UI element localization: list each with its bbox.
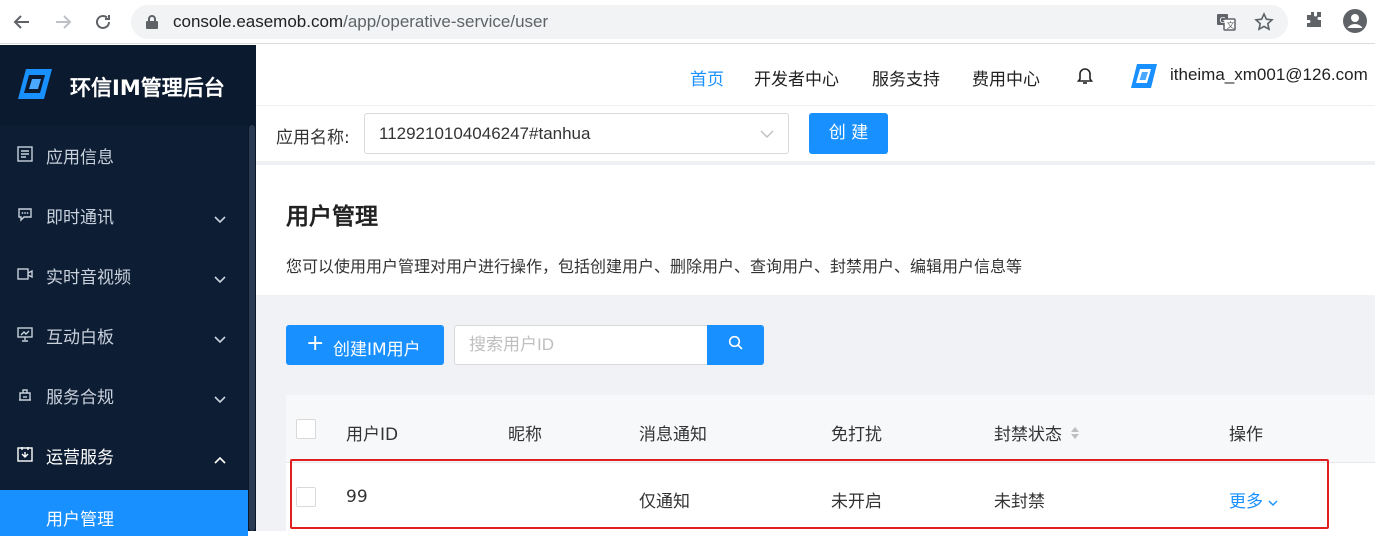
page-description: 您可以使用用户管理对用户进行操作，包括创建用户、删除用户、查询用户、封禁用户、编… [286,257,1023,276]
column-header-dnd: 免打扰 [831,425,882,445]
chevron-down-icon [214,209,226,228]
app-select-value: 1129210104046247#tanhua [379,124,591,143]
cell-dnd: 未开启 [831,492,882,512]
sidebar-subitem-user-management[interactable]: 用户管理 [0,490,248,536]
search-user-id-input[interactable] [454,325,708,365]
sidebar-item-operations[interactable]: 运营服务 [0,425,248,485]
url-text: console.easemob.com/app/operative-servic… [173,12,549,31]
extensions-puzzle-icon[interactable] [1303,9,1325,35]
sidebar-subitem-label: 用户管理 [46,510,114,530]
user-avatar-icon[interactable] [1129,63,1159,93]
sidebar-item-label: 互动白板 [46,328,114,348]
user-table: 用户ID 昵称 消息通知 免打扰 封禁状态 操作 99 仅通知 未开启 未封禁 … [286,395,1375,531]
svg-text:文: 文 [1227,20,1235,30]
search-icon [728,335,744,355]
forward-arrow-icon[interactable] [50,9,76,35]
column-header-ban-status[interactable]: 封禁状态 [994,420,1080,446]
chat-icon [17,206,33,226]
svg-text:G: G [1220,16,1226,25]
sidebar-item-compliance[interactable]: 服务合规 [0,365,248,425]
sidebar-item-label: 应用信息 [46,148,114,168]
chevron-up-icon [214,449,226,468]
sidebar-item-im[interactable]: 即时通讯 [0,185,248,245]
address-bar[interactable]: console.easemob.com/app/operative-servic… [131,5,1288,39]
app-name-label: 应用名称: [276,128,350,148]
sidebar: 环信IM管理后台 应用信息 即时通讯 实时音视频 互动白板 服务合规 运营服务 … [0,45,256,536]
sidebar-item-app-info[interactable]: 应用信息 [0,125,248,185]
column-header-nickname: 昵称 [508,425,542,445]
more-actions-link[interactable]: 更多 [1229,487,1278,512]
lock-icon [145,14,159,34]
bookmark-star-icon[interactable] [1254,12,1274,36]
sidebar-item-label: 实时音视频 [46,268,131,288]
column-header-actions: 操作 [1229,425,1263,445]
sidebar-item-label: 即时通讯 [46,208,114,228]
operations-icon [17,446,33,466]
sidebar-item-label: 服务合规 [46,388,114,408]
nav-developer-center[interactable]: 开发者中心 [754,65,839,90]
cell-user-id: 99 [346,487,368,507]
page-header: 用户管理 您可以使用用户管理对用户进行操作，包括创建用户、删除用户、查询用户、封… [256,165,1375,295]
search-button[interactable] [707,325,764,365]
scrollbar-thumb[interactable] [249,125,255,531]
column-header-notify: 消息通知 [639,425,707,445]
bell-icon[interactable] [1076,65,1094,89]
top-navigation: 首页 开发者中心 服务支持 费用中心 itheima_xm001@126.com [256,45,1375,105]
chevron-down-icon [1268,492,1278,512]
sidebar-item-rtc[interactable]: 实时音视频 [0,245,248,305]
nav-home[interactable]: 首页 [690,65,724,90]
user-email[interactable]: itheima_xm001@126.com [1170,65,1368,85]
table-row: 99 仅通知 未开启 未封禁 更多 [286,463,1375,531]
nav-support[interactable]: 服务支持 [872,65,940,90]
plus-icon: + [306,331,325,356]
chevron-down-icon [214,269,226,288]
translate-icon[interactable]: G文 [1216,12,1236,36]
chevron-down-icon [214,389,226,408]
video-icon [17,266,33,286]
app-select[interactable]: 1129210104046247#tanhua [364,113,789,154]
chevron-down-icon [214,329,226,348]
create-im-user-button[interactable]: + 创建IM用户 [286,325,444,365]
create-im-user-label: 创建IM用户 [333,340,421,360]
select-all-checkbox[interactable] [296,419,316,439]
chevron-down-icon [760,126,774,145]
column-header-user-id: 用户ID [346,425,399,445]
brand-header: 环信IM管理后台 [0,45,256,125]
cell-ban-status: 未封禁 [994,492,1045,512]
sort-icon[interactable] [1070,425,1080,446]
page-title: 用户管理 [286,204,378,230]
sidebar-item-label: 运营服务 [46,448,114,468]
create-app-button[interactable]: 创 建 [809,113,888,154]
sidebar-item-whiteboard[interactable]: 互动白板 [0,305,248,365]
nav-billing[interactable]: 费用中心 [972,65,1040,90]
app-info-icon [17,146,33,166]
back-arrow-icon[interactable] [9,9,35,35]
profile-avatar-icon[interactable] [1342,8,1368,38]
table-header: 用户ID 昵称 消息通知 免打扰 封禁状态 操作 [286,395,1375,463]
whiteboard-icon [17,326,33,346]
browser-toolbar: console.easemob.com/app/operative-servic… [0,0,1375,44]
sidebar-scrollbar[interactable] [248,125,256,531]
content-area: + 创建IM用户 用户ID 昵称 消息通知 免打扰 封禁状态 操作 99 仅通知… [256,295,1375,531]
cell-notify: 仅通知 [639,492,690,512]
brand-title: 环信IM管理后台 [70,76,225,100]
compliance-icon [17,386,33,406]
reload-icon[interactable] [90,9,116,35]
app-selector-bar: 应用名称: 1129210104046247#tanhua 创 建 [256,105,1375,161]
easemob-logo-icon [16,67,56,105]
row-checkbox[interactable] [296,487,316,507]
